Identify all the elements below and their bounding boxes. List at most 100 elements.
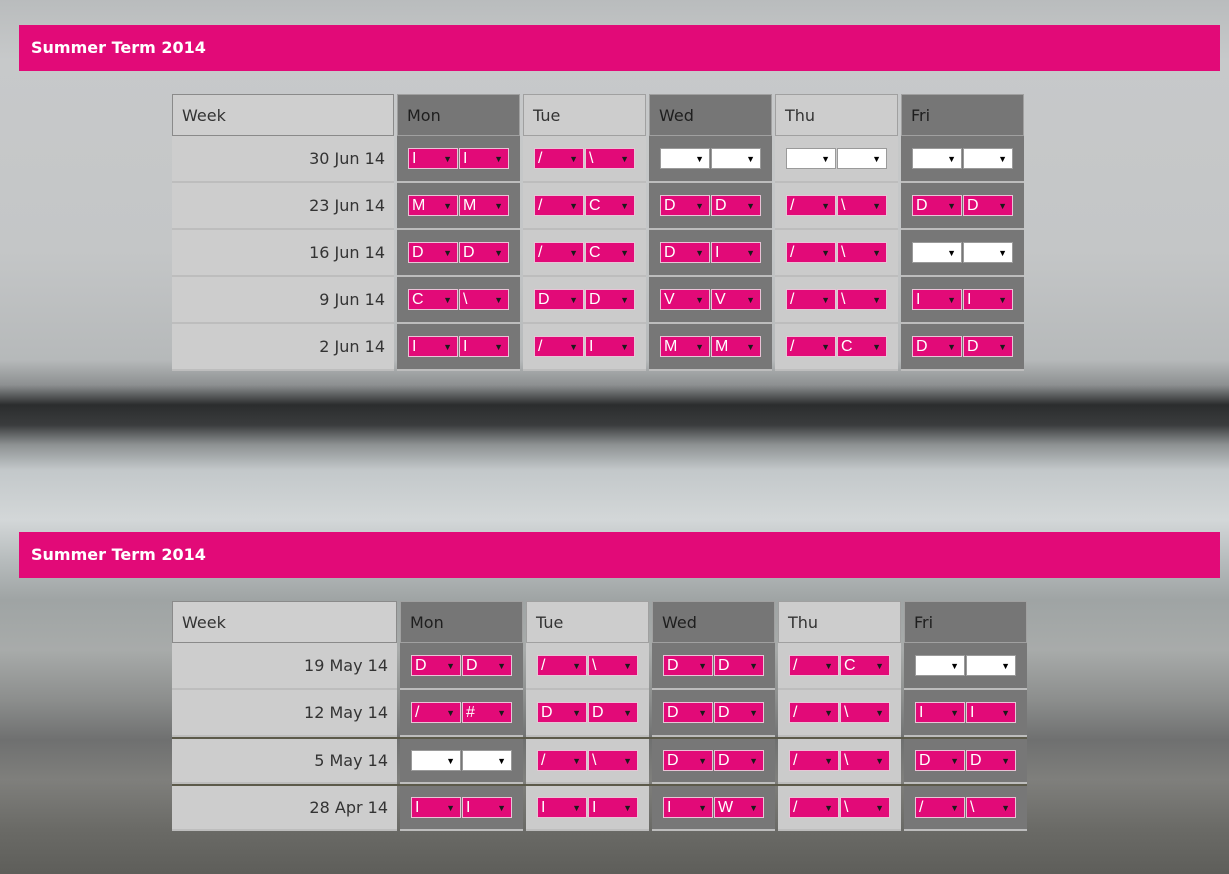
mark-select-pm[interactable]: D ▼ bbox=[714, 750, 764, 771]
mark-select-pm[interactable]: # ▼ bbox=[462, 702, 512, 723]
mark-select-am[interactable]: / ▼ bbox=[537, 655, 587, 676]
mark-select-am[interactable]: / ▼ bbox=[537, 750, 587, 771]
mark-select-am[interactable]: / ▼ bbox=[789, 750, 839, 771]
mark-select-pm[interactable]: D ▼ bbox=[459, 242, 509, 263]
mark-select-pm[interactable]: C ▼ bbox=[585, 195, 635, 216]
mark-select-pm[interactable]: D ▼ bbox=[714, 655, 764, 676]
mark-select-pm[interactable]: \ ▼ bbox=[837, 289, 887, 310]
mark-select-pm[interactable]: D ▼ bbox=[714, 702, 764, 723]
dropdown-arrow-icon: ▼ bbox=[443, 295, 452, 305]
mark-select-am[interactable]: D ▼ bbox=[663, 702, 713, 723]
mark-select-pm[interactable]: D ▼ bbox=[462, 655, 512, 676]
mark-select-am[interactable]: I ▼ bbox=[408, 336, 458, 357]
mark-select-am[interactable]: / ▼ bbox=[786, 195, 836, 216]
session-pair: / ▼ \ ▼ bbox=[789, 750, 890, 771]
mark-value: C bbox=[412, 291, 424, 308]
mark-select-am[interactable]: V ▼ bbox=[660, 289, 710, 310]
mark-select-am[interactable]: ▼ bbox=[912, 242, 962, 263]
mark-select-pm[interactable]: D ▼ bbox=[588, 702, 638, 723]
mark-select-am[interactable]: D ▼ bbox=[537, 702, 587, 723]
mark-select-am[interactable]: I ▼ bbox=[408, 148, 458, 169]
mark-select-pm[interactable]: W ▼ bbox=[714, 797, 764, 818]
mark-select-pm[interactable]: ▼ bbox=[462, 750, 512, 771]
mark-select-am[interactable]: D ▼ bbox=[912, 195, 962, 216]
mark-select-am[interactable]: D ▼ bbox=[663, 750, 713, 771]
mark-select-pm[interactable]: C ▼ bbox=[840, 655, 890, 676]
mark-select-am[interactable]: I ▼ bbox=[912, 289, 962, 310]
mark-select-am[interactable]: / ▼ bbox=[411, 702, 461, 723]
mark-select-am[interactable]: D ▼ bbox=[411, 655, 461, 676]
mark-select-am[interactable]: M ▼ bbox=[660, 336, 710, 357]
mark-select-am[interactable]: C ▼ bbox=[408, 289, 458, 310]
mark-value: / bbox=[793, 799, 798, 816]
mark-select-pm[interactable]: \ ▼ bbox=[840, 797, 890, 818]
mark-select-pm[interactable]: ▼ bbox=[711, 148, 761, 169]
mark-select-am[interactable]: I ▼ bbox=[411, 797, 461, 818]
mark-select-pm[interactable]: D ▼ bbox=[585, 289, 635, 310]
mark-select-pm[interactable]: \ ▼ bbox=[588, 750, 638, 771]
mark-select-pm[interactable]: \ ▼ bbox=[837, 242, 887, 263]
mark-select-pm[interactable]: I ▼ bbox=[711, 242, 761, 263]
dropdown-arrow-icon: ▼ bbox=[695, 154, 704, 164]
mark-select-am[interactable]: / ▼ bbox=[789, 655, 839, 676]
mark-select-pm[interactable]: M ▼ bbox=[459, 195, 509, 216]
mark-select-pm[interactable]: ▼ bbox=[963, 242, 1013, 263]
mark-select-am[interactable]: / ▼ bbox=[534, 195, 584, 216]
mark-select-pm[interactable]: V ▼ bbox=[711, 289, 761, 310]
mark-select-am[interactable]: / ▼ bbox=[534, 242, 584, 263]
week-header: Week bbox=[172, 94, 394, 136]
mark-select-pm[interactable]: M ▼ bbox=[711, 336, 761, 357]
mark-select-pm[interactable]: I ▼ bbox=[462, 797, 512, 818]
mark-select-pm[interactable]: C ▼ bbox=[837, 336, 887, 357]
mark-select-pm[interactable]: ▼ bbox=[837, 148, 887, 169]
mark-select-pm[interactable]: \ ▼ bbox=[585, 148, 635, 169]
mark-select-am[interactable]: ▼ bbox=[660, 148, 710, 169]
mark-value: / bbox=[538, 244, 543, 261]
mark-select-pm[interactable]: D ▼ bbox=[711, 195, 761, 216]
mark-select-pm[interactable]: ▼ bbox=[966, 655, 1016, 676]
mark-select-am[interactable]: / ▼ bbox=[786, 242, 836, 263]
mark-select-am[interactable]: D ▼ bbox=[660, 242, 710, 263]
mark-select-am[interactable]: D ▼ bbox=[660, 195, 710, 216]
mark-select-pm[interactable]: I ▼ bbox=[585, 336, 635, 357]
mark-value: W bbox=[718, 799, 734, 816]
mark-select-am[interactable]: / ▼ bbox=[915, 797, 965, 818]
mark-select-pm[interactable]: \ ▼ bbox=[459, 289, 509, 310]
mark-select-am[interactable]: / ▼ bbox=[789, 797, 839, 818]
mark-select-am[interactable]: D ▼ bbox=[915, 750, 965, 771]
mark-select-am[interactable]: / ▼ bbox=[786, 289, 836, 310]
mark-select-am[interactable]: / ▼ bbox=[786, 336, 836, 357]
mark-select-pm[interactable]: I ▼ bbox=[963, 289, 1013, 310]
mark-select-am[interactable]: I ▼ bbox=[915, 702, 965, 723]
mark-select-am[interactable]: D ▼ bbox=[534, 289, 584, 310]
mark-select-pm[interactable]: C ▼ bbox=[585, 242, 635, 263]
mark-select-am[interactable]: ▼ bbox=[912, 148, 962, 169]
mark-select-am[interactable]: I ▼ bbox=[537, 797, 587, 818]
mark-select-pm[interactable]: I ▼ bbox=[459, 336, 509, 357]
mark-select-am[interactable]: / ▼ bbox=[534, 148, 584, 169]
mark-select-pm[interactable]: D ▼ bbox=[963, 336, 1013, 357]
mark-select-am[interactable]: D ▼ bbox=[663, 655, 713, 676]
mark-select-am[interactable]: D ▼ bbox=[912, 336, 962, 357]
mark-select-am[interactable]: ▼ bbox=[786, 148, 836, 169]
mark-select-am[interactable]: D ▼ bbox=[408, 242, 458, 263]
mark-select-pm[interactable]: I ▼ bbox=[588, 797, 638, 818]
mark-select-pm[interactable]: D ▼ bbox=[966, 750, 1016, 771]
mark-select-am[interactable]: M ▼ bbox=[408, 195, 458, 216]
mark-select-am[interactable]: ▼ bbox=[915, 655, 965, 676]
mark-select-pm[interactable]: \ ▼ bbox=[840, 702, 890, 723]
mark-select-pm[interactable]: \ ▼ bbox=[966, 797, 1016, 818]
mark-select-pm[interactable]: D ▼ bbox=[963, 195, 1013, 216]
mark-select-am[interactable]: ▼ bbox=[411, 750, 461, 771]
mark-select-pm[interactable]: I ▼ bbox=[459, 148, 509, 169]
mark-select-pm[interactable]: I ▼ bbox=[966, 702, 1016, 723]
session-pair: D ▼ D ▼ bbox=[534, 289, 635, 310]
mark-select-am[interactable]: I ▼ bbox=[663, 797, 713, 818]
mark-select-pm[interactable]: ▼ bbox=[963, 148, 1013, 169]
mark-select-pm[interactable]: \ ▼ bbox=[840, 750, 890, 771]
mark-select-pm[interactable]: \ ▼ bbox=[588, 655, 638, 676]
session-pair: / ▼ # ▼ bbox=[411, 702, 512, 723]
mark-select-am[interactable]: / ▼ bbox=[534, 336, 584, 357]
mark-select-pm[interactable]: \ ▼ bbox=[837, 195, 887, 216]
mark-select-am[interactable]: / ▼ bbox=[789, 702, 839, 723]
